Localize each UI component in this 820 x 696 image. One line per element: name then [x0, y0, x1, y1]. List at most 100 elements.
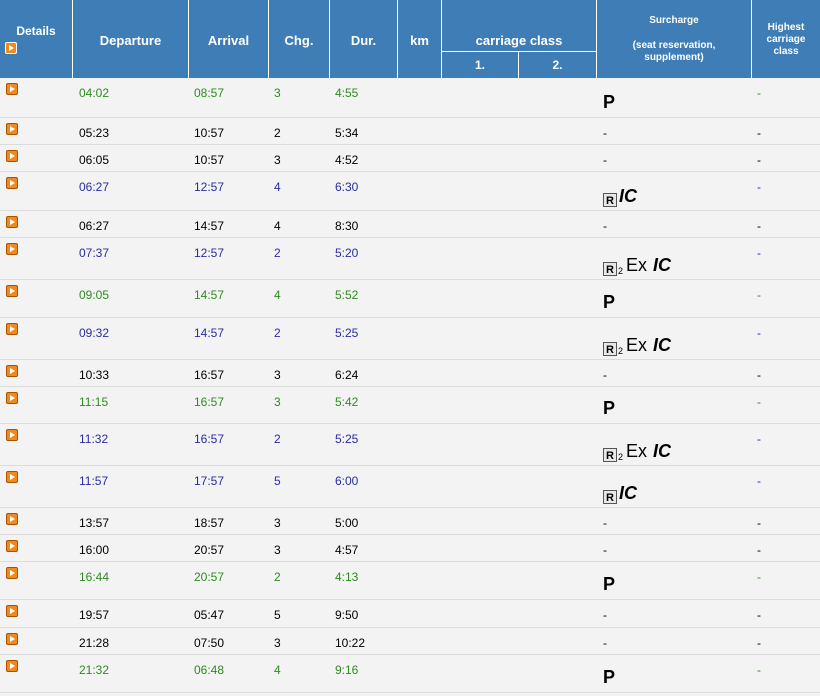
ex-supplement-label: Ex: [626, 441, 648, 461]
surcharge-value: R 2 Ex IC: [603, 441, 671, 462]
details-arrow-icon[interactable]: [6, 177, 18, 189]
changes-count: 3: [274, 543, 281, 557]
surcharge-value: P: [603, 92, 616, 112]
timetable: Details Departure Arrival Chg. Dur. km c…: [0, 0, 820, 696]
highest-class-value: -: [757, 180, 761, 194]
duration-header[interactable]: Dur.: [330, 33, 397, 48]
details-arrow-icon[interactable]: [6, 243, 18, 255]
connection-row[interactable]: 06:27 12:57 4 6:30 - R IC: [0, 172, 820, 211]
duration: 4:13: [335, 570, 359, 584]
surcharge-value: P: [603, 292, 616, 312]
departure-header[interactable]: Departure: [73, 33, 188, 48]
changes-count: 3: [274, 395, 281, 409]
duration: 5:20: [335, 246, 359, 260]
ic-train-icon: IC: [653, 335, 672, 355]
duration: 5:00: [335, 516, 359, 530]
connection-row[interactable]: 13:57 18:57 3 5:00 - -: [0, 508, 820, 535]
highest-class-value: -: [757, 246, 761, 260]
arrival-time: 18:57: [194, 516, 225, 530]
highest-class-value: -: [757, 326, 761, 340]
connection-row[interactable]: 19:57 05:47 5 9:50 - -: [0, 600, 820, 628]
surcharge-value: -: [603, 153, 607, 167]
duration: 6:00: [335, 474, 359, 488]
connection-row[interactable]: 09:05 14:57 4 5:52 - P: [0, 280, 820, 318]
changes-header[interactable]: Chg.: [269, 33, 329, 48]
duration: 5:25: [335, 432, 359, 446]
ic-train-icon: IC: [653, 255, 672, 275]
details-arrow-icon[interactable]: [6, 605, 18, 617]
highest-class-value: -: [757, 543, 761, 557]
details-arrow-icon[interactable]: [6, 540, 18, 552]
arrival-time: 20:57: [194, 543, 225, 557]
connection-row[interactable]: 21:32 06:48 4 9:16 - P: [0, 655, 820, 693]
details-all-arrow-icon[interactable]: [5, 42, 17, 54]
connection-row[interactable]: 06:05 10:57 3 4:52 - -: [0, 145, 820, 172]
surcharge-value: P: [603, 667, 616, 687]
connection-row[interactable]: 05:23 10:57 2 5:34 - -: [0, 118, 820, 145]
connection-row[interactable]: 10:33 16:57 3 6:24 - -: [0, 360, 820, 387]
reservation-r-icon: R: [603, 262, 617, 276]
connection-row[interactable]: 16:44 20:57 2 4:13 - P: [0, 562, 820, 600]
class-2-header-cell: 2.: [519, 52, 597, 78]
connection-row[interactable]: 07:37 12:57 2 5:20- R 2 Ex IC: [0, 238, 820, 280]
surcharge-value: -: [603, 543, 607, 557]
departure-time: 11:32: [79, 432, 109, 446]
details-arrow-icon[interactable]: [6, 513, 18, 525]
details-arrow-icon[interactable]: [6, 429, 18, 441]
details-arrow-icon[interactable]: [6, 123, 18, 135]
details-arrow-icon[interactable]: [6, 323, 18, 335]
connection-row[interactable]: 06:27 14:57 4 8:30 - -: [0, 211, 820, 238]
details-arrow-icon[interactable]: [6, 216, 18, 228]
duration: 6:24: [335, 368, 359, 382]
details-arrow-icon[interactable]: [6, 471, 18, 483]
connection-row[interactable]: 11:57 17:57 5 6:00 - R IC: [0, 466, 820, 508]
details-arrow-icon[interactable]: [6, 365, 18, 377]
details-arrow-icon[interactable]: [6, 660, 18, 672]
duration: 4:52: [335, 153, 359, 167]
ex-supplement-label: Ex: [626, 255, 648, 275]
arrival-time: 16:57: [194, 368, 225, 382]
highest-class-value: -: [757, 288, 761, 302]
highest-class-value: -: [757, 636, 761, 650]
surcharge-value: P: [603, 574, 616, 594]
departure-time: 09:32: [79, 326, 110, 340]
arrival-time: 14:57: [194, 219, 225, 233]
changes-count: 3: [274, 368, 281, 382]
connection-row[interactable]: 09:32 14:57 2 5:25- R 2 Ex IC: [0, 318, 820, 360]
changes-count: 5: [274, 608, 281, 622]
details-arrow-icon[interactable]: [6, 83, 18, 95]
highest-class-value: -: [757, 570, 761, 584]
departure-time: 05:23: [79, 126, 110, 140]
class-1-header-cell: 1.: [442, 52, 519, 78]
connection-row[interactable]: 04:02 08:57 3 4:55 - P: [0, 78, 820, 118]
surcharge-value: -: [603, 636, 607, 650]
highest-class-value: -: [757, 608, 761, 622]
changes-count: 4: [274, 180, 281, 194]
highest-class-header: Highest carriage class: [766, 22, 806, 57]
connection-row[interactable]: 16:00 20:57 3 4:57 - -: [0, 535, 820, 562]
ic-train-icon: IC: [619, 186, 637, 206]
connection-row[interactable]: 21:28 07:50 3 10:22 - -: [0, 628, 820, 655]
details-arrow-icon[interactable]: [6, 567, 18, 579]
changes-count: 3: [274, 636, 281, 650]
surcharge-value: R 2 Ex IC: [603, 255, 671, 276]
highest-class-header-cell: Highest carriage class: [752, 0, 820, 78]
arrival-time: 10:57: [194, 153, 225, 167]
highest-class-value: -: [757, 432, 761, 446]
highest-class-value: -: [757, 86, 761, 100]
duration: 4:57: [335, 543, 359, 557]
details-arrow-icon[interactable]: [6, 150, 18, 162]
details-arrow-icon[interactable]: [6, 392, 18, 404]
connection-row[interactable]: 11:15 16:57 3 5:42 - P: [0, 387, 820, 424]
changes-count: 3: [274, 516, 281, 530]
surcharge-value: -: [603, 219, 607, 233]
duration: 5:34: [335, 126, 359, 140]
details-arrow-icon[interactable]: [6, 633, 18, 645]
details-arrow-icon[interactable]: [6, 285, 18, 297]
arrival-header[interactable]: Arrival: [189, 33, 268, 48]
changes-count: 4: [274, 663, 281, 677]
km-header-cell: km: [398, 0, 442, 78]
connection-row[interactable]: 11:32 16:57 2 5:25- R 2 Ex IC: [0, 424, 820, 466]
reservation-r-icon: R: [603, 193, 617, 207]
reservation-count: 2: [618, 452, 624, 462]
